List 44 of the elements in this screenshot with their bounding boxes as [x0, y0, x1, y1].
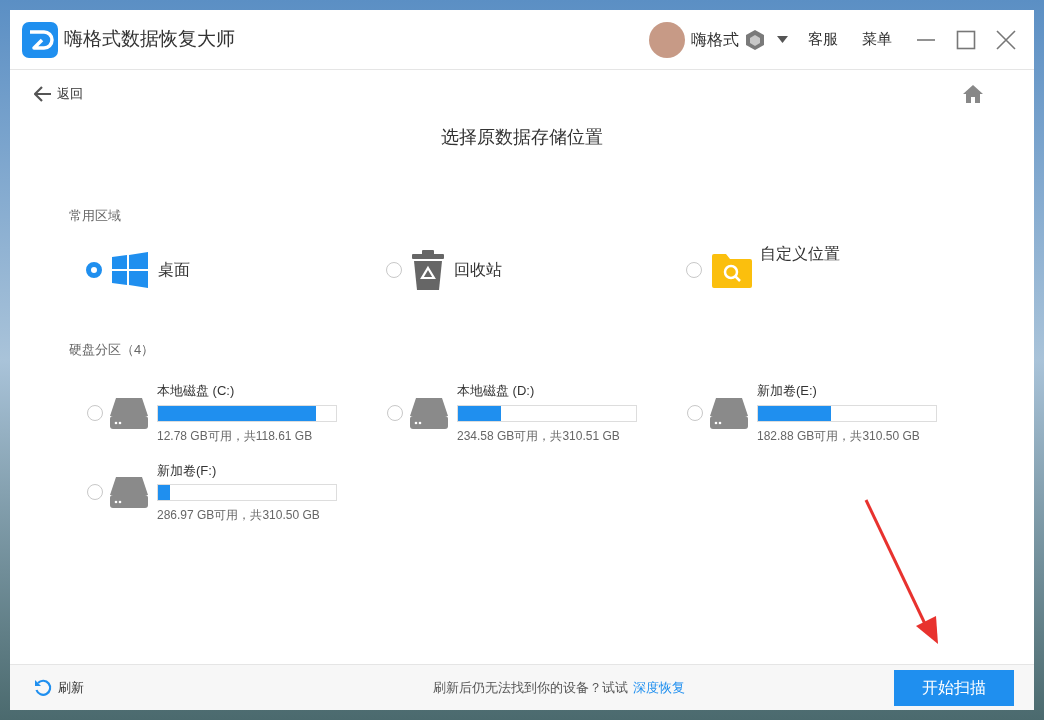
- maximize-icon[interactable]: [956, 29, 976, 50]
- radio-button[interactable]: [386, 261, 402, 278]
- radio-button[interactable]: [86, 261, 102, 278]
- windows-logo-icon: [112, 251, 148, 288]
- back-arrow-icon[interactable]: [34, 86, 52, 102]
- refresh-button[interactable]: 刷新: [34, 677, 234, 698]
- hard-drive-icon: [109, 475, 149, 510]
- username: 嗨格式: [691, 29, 739, 50]
- hard-drive-icon: [109, 395, 149, 430]
- location-label[interactable]: 回收站: [454, 257, 502, 282]
- drive-name: 本地磁盘 (D:): [457, 382, 535, 400]
- radio-button[interactable]: [686, 261, 702, 278]
- header-link[interactable]: 客服: [808, 28, 838, 51]
- avatar-placeholder: [649, 21, 685, 58]
- location-label[interactable]: 自定义位置: [760, 241, 840, 266]
- home-icon[interactable]: [962, 84, 984, 104]
- radio-button[interactable]: [387, 404, 403, 421]
- refresh-icon[interactable]: [34, 678, 52, 697]
- header-link[interactable]: 菜单: [862, 28, 892, 51]
- back-button[interactable]: 返回: [34, 84, 83, 104]
- window-title: 嗨格式数据恢复大师: [64, 27, 235, 52]
- dropdown-caret-icon[interactable]: [777, 36, 788, 43]
- location-label[interactable]: 桌面: [158, 257, 190, 282]
- capacity-text: 286.97 GB可用，共310.50 GB: [157, 507, 320, 524]
- radio-button[interactable]: [87, 484, 103, 501]
- drive-name: 新加卷(F:): [157, 461, 217, 480]
- hard-drive-icon: [709, 395, 749, 430]
- section-title: 常用区域: [69, 207, 121, 225]
- drive-name: 新加卷(E:): [757, 382, 817, 400]
- close-icon[interactable]: [996, 29, 1016, 50]
- app-logo-icon: [22, 21, 58, 58]
- section-title: 硬盘分区（4）: [69, 340, 155, 359]
- capacity-text: 12.78 GB可用，共118.61 GB: [157, 427, 313, 445]
- hint-text: 刷新后仍无法找到你的设备？试试: [433, 678, 628, 697]
- hard-drive-icon: [409, 395, 449, 430]
- trash-can-icon: [412, 249, 444, 290]
- capacity-text: 234.58 GB可用，共310.51 GB: [457, 427, 620, 445]
- drive-name: 本地磁盘 (C:): [157, 382, 235, 400]
- capacity-text: 182.88 GB可用，共310.50 GB: [757, 427, 920, 445]
- radio-button[interactable]: [687, 404, 703, 421]
- radio-button[interactable]: [87, 404, 103, 421]
- gem-badge-icon: [745, 28, 765, 51]
- page-heading: 选择原数据存储位置: [440, 126, 604, 149]
- folder-search-icon: [712, 251, 752, 288]
